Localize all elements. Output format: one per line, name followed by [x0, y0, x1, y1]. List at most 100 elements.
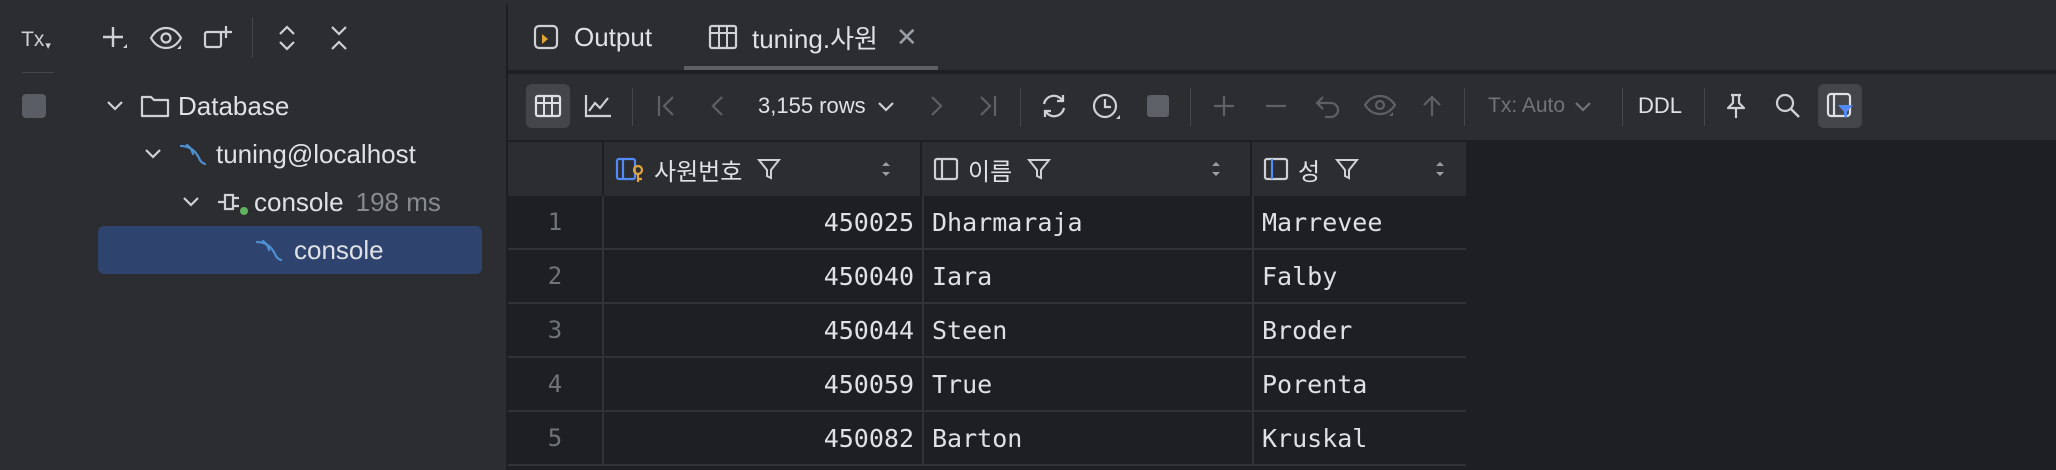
- toolbar-separator: [252, 18, 253, 58]
- search-icon[interactable]: [1766, 84, 1810, 128]
- tree-item-database[interactable]: Database: [104, 84, 289, 128]
- close-icon[interactable]: ✕: [896, 22, 918, 53]
- grid-toolbar: 3,155 rows Tx: Auto DDL: [508, 74, 2056, 142]
- preview-changes-icon[interactable]: [1358, 84, 1402, 128]
- stop-icon[interactable]: [1136, 84, 1180, 128]
- tree-item-label: console: [254, 186, 344, 217]
- table-view-icon[interactable]: [526, 84, 570, 128]
- tx-mode-dropdown[interactable]: Tx: Auto: [1488, 84, 1593, 128]
- session-duration: 198 ms: [355, 186, 441, 217]
- tab-output[interactable]: Output: [532, 4, 652, 70]
- toolbar-separator: [1190, 88, 1191, 126]
- sort-icon[interactable]: [1432, 158, 1448, 180]
- cell-first-name[interactable]: Iara: [922, 250, 1252, 302]
- first-page-icon[interactable]: [644, 84, 688, 128]
- left-strip-divider: [22, 72, 54, 73]
- filter-panel-icon[interactable]: [1818, 84, 1862, 128]
- toolbar-separator: [1020, 88, 1021, 126]
- folder-icon: [140, 95, 170, 118]
- cell-first-name[interactable]: True: [922, 358, 1252, 410]
- cell-employee-id[interactable]: 450040: [602, 250, 922, 302]
- row-count-label: 3,155 rows: [758, 93, 866, 118]
- filter-icon[interactable]: [756, 156, 782, 182]
- column-header[interactable]: 이름: [922, 142, 1252, 196]
- chevron-down-icon: [877, 102, 894, 112]
- column-header-label: 사원번호: [654, 158, 743, 186]
- row-number-header: [508, 142, 602, 196]
- cell-last-name[interactable]: Falby: [1252, 250, 1466, 302]
- cell-employee-id[interactable]: 450025: [602, 196, 922, 248]
- column-header-label: 성: [1298, 158, 1321, 186]
- table-row[interactable]: 2 450040 Iara Falby: [508, 250, 1466, 304]
- filter-icon[interactable]: [1026, 156, 1052, 182]
- column-icon: [933, 157, 959, 181]
- new-console-icon[interactable]: [200, 20, 236, 56]
- history-icon[interactable]: [1084, 84, 1128, 128]
- delete-row-icon[interactable]: [1254, 84, 1298, 128]
- tx-mode-label: Tx: Auto: [1488, 94, 1566, 117]
- cell-employee-id[interactable]: 450082: [602, 412, 922, 464]
- previous-page-icon[interactable]: [696, 84, 740, 128]
- ddl-label: DDL: [1638, 93, 1683, 118]
- tree-item-datasource[interactable]: tuning@localhost: [142, 132, 416, 176]
- last-page-icon[interactable]: [966, 84, 1010, 128]
- row-number: 2: [547, 262, 563, 290]
- cell-first-name[interactable]: Barton: [922, 412, 1252, 464]
- toolbar-separator: [1464, 88, 1465, 126]
- table-row[interactable]: 1 450025 Dharmaraja Marrevee: [508, 196, 1466, 250]
- cell-last-name[interactable]: Porenta: [1252, 358, 1466, 410]
- add-row-icon[interactable]: [1202, 84, 1246, 128]
- eye-icon[interactable]: [148, 20, 184, 56]
- mysql-icon: [255, 239, 283, 262]
- sort-icon[interactable]: [878, 158, 894, 180]
- tree-item-console-session[interactable]: console 198 ms: [180, 180, 441, 224]
- row-number: 1: [547, 208, 563, 236]
- submit-icon[interactable]: [1410, 84, 1454, 128]
- toolbar-separator: [1622, 88, 1623, 126]
- tree-item-label: Database: [178, 90, 290, 121]
- grid-header: 사원번호 이름 성: [508, 142, 1466, 196]
- column-header[interactable]: 사원번호: [602, 142, 922, 196]
- add-icon[interactable]: [96, 20, 132, 56]
- cell-employee-id[interactable]: 450044: [602, 304, 922, 356]
- filter-icon[interactable]: [1334, 156, 1360, 182]
- chevron-down-icon[interactable]: [104, 95, 126, 117]
- toolbar-separator: [1704, 88, 1705, 126]
- console-session-icon: [218, 193, 248, 215]
- chevron-down-icon: [1575, 102, 1591, 112]
- chevron-down-icon[interactable]: [180, 191, 202, 213]
- cell-employee-id[interactable]: 450059: [602, 358, 922, 410]
- expand-all-icon[interactable]: [269, 20, 305, 56]
- table-icon: [708, 24, 738, 50]
- active-tab-indicator: [684, 66, 938, 70]
- table-row[interactable]: 4 450059 True Porenta: [508, 358, 1466, 412]
- row-count-dropdown[interactable]: 3,155 rows: [758, 84, 896, 128]
- ddl-button[interactable]: DDL: [1638, 84, 1682, 128]
- tree-item-console[interactable]: console: [254, 228, 384, 272]
- tx-label: Tx: [21, 28, 45, 51]
- row-number: 3: [547, 316, 563, 344]
- chevron-down-icon[interactable]: [142, 143, 164, 165]
- next-page-icon[interactable]: [914, 84, 958, 128]
- grid-body: 1 450025 Dharmaraja Marrevee 2 450040 Ia…: [508, 196, 1466, 470]
- cell-first-name[interactable]: Steen: [922, 304, 1252, 356]
- cell-last-name[interactable]: Kruskal: [1252, 412, 1466, 464]
- sort-icon[interactable]: [1208, 158, 1224, 180]
- output-icon: [533, 24, 559, 50]
- cell-first-name[interactable]: Dharmaraja: [922, 196, 1252, 248]
- stop-icon[interactable]: [22, 94, 46, 118]
- chart-view-icon[interactable]: [576, 84, 620, 128]
- refresh-icon[interactable]: [1032, 84, 1076, 128]
- row-number: 5: [547, 424, 563, 452]
- tab-label: tuning.사원: [752, 23, 878, 54]
- tab-table-view[interactable]: tuning.사원 ✕: [708, 4, 918, 70]
- cell-last-name[interactable]: Broder: [1252, 304, 1466, 356]
- transaction-mode-button[interactable]: Tx ▾: [14, 20, 58, 60]
- pin-icon[interactable]: [1714, 84, 1758, 128]
- column-header[interactable]: 성: [1252, 142, 1466, 196]
- revert-icon[interactable]: [1306, 84, 1350, 128]
- table-row[interactable]: 5 450082 Barton Kruskal: [508, 412, 1466, 466]
- collapse-all-icon[interactable]: [321, 20, 357, 56]
- cell-last-name[interactable]: Marrevee: [1252, 196, 1466, 248]
- table-row[interactable]: 3 450044 Steen Broder: [508, 304, 1466, 358]
